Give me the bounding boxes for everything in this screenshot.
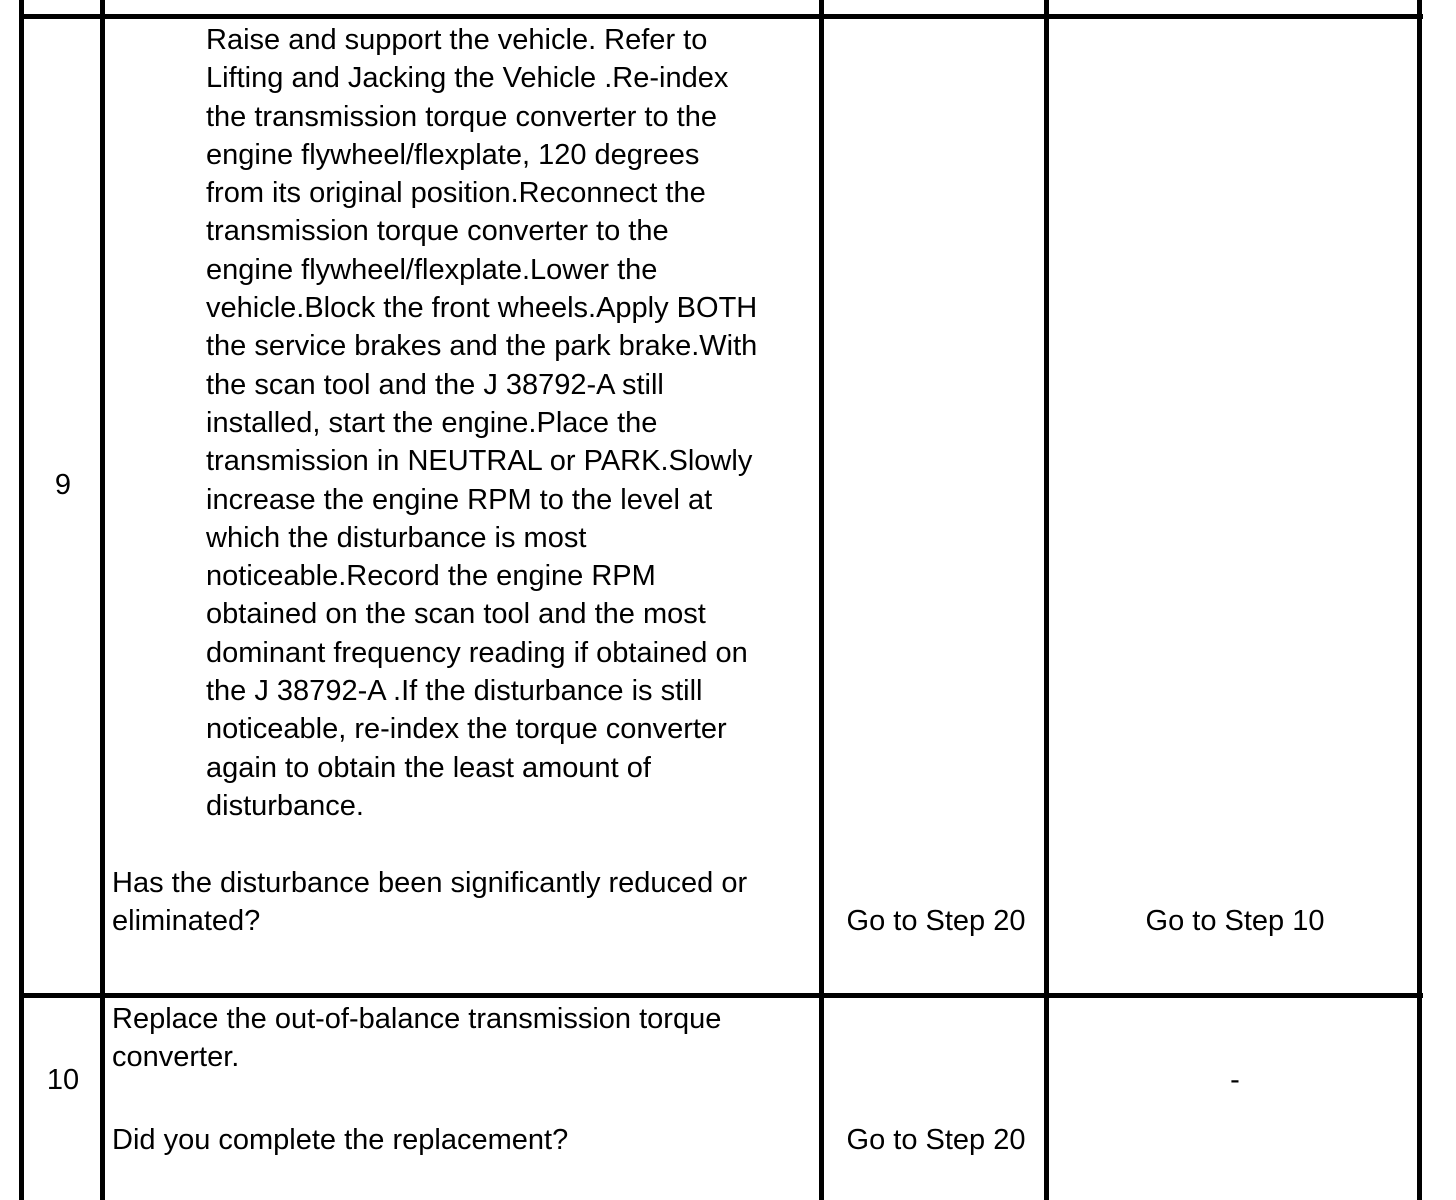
no-action: Go to Step 10 xyxy=(1145,905,1325,937)
table-divider-action xyxy=(819,0,824,1200)
table-divider-step xyxy=(100,0,105,1200)
step-number: 9 xyxy=(54,469,72,501)
yes-action: Go to Step 20 xyxy=(846,905,1026,937)
table-border-left xyxy=(19,0,24,1200)
table-row-divider xyxy=(20,993,1423,998)
step-number: 10 xyxy=(46,1064,80,1096)
step-question: Did you complete the replacement? xyxy=(112,1124,569,1156)
step-instruction: Replace the out-of-balance transmission … xyxy=(112,1003,722,1074)
no-action: - xyxy=(1230,1064,1240,1096)
table-row-divider xyxy=(20,14,1423,19)
table-border-right xyxy=(1417,0,1422,1200)
step-question: Has the disturbance been significantly r… xyxy=(112,867,748,938)
yes-action: Go to Step 20 xyxy=(846,1124,1026,1156)
step-instruction: Raise and support the vehicle. Refer to … xyxy=(206,24,758,822)
table-divider-yes xyxy=(1044,0,1049,1200)
